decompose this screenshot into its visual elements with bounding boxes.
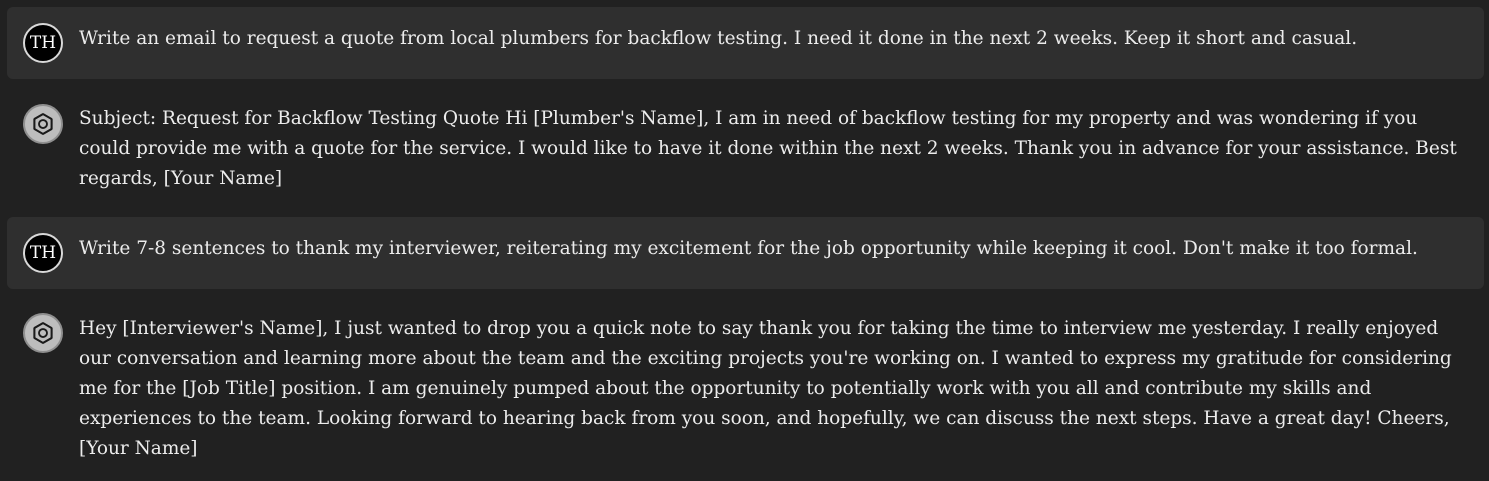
- user-avatar-initials: TH: [29, 243, 57, 263]
- assistant-message: Subject: Request for Backflow Testing Qu…: [7, 79, 1484, 217]
- user-avatar: TH: [23, 23, 63, 63]
- openai-logo-icon: [33, 322, 53, 344]
- user-message: TH Write an email to request a quote fro…: [7, 7, 1484, 79]
- user-avatar-initials: TH: [29, 33, 57, 53]
- message-text: Write an email to request a quote from l…: [79, 28, 1358, 49]
- assistant-message: Hey [Interviewer's Name], I just wanted …: [7, 289, 1484, 481]
- user-message: TH Write 7-8 sentences to thank my inter…: [7, 217, 1484, 289]
- message-text: Hey [Interviewer's Name], I just wanted …: [79, 318, 1452, 459]
- message-text: Subject: Request for Backflow Testing Qu…: [79, 108, 1457, 189]
- assistant-avatar: [23, 104, 63, 144]
- user-avatar: TH: [23, 233, 63, 273]
- message-text: Write 7-8 sentences to thank my intervie…: [79, 238, 1418, 259]
- openai-logo-icon: [33, 113, 53, 135]
- assistant-avatar: [23, 313, 63, 353]
